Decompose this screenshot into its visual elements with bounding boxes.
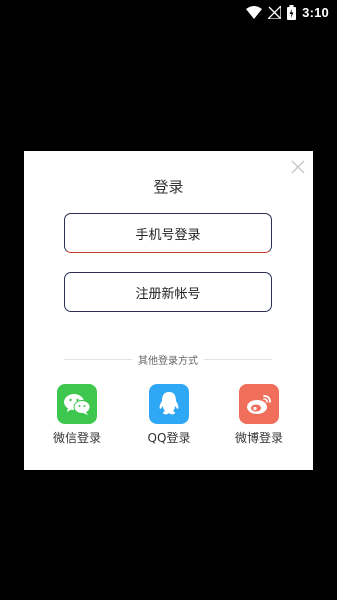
phone-login-button[interactable]: 手机号登录 — [64, 213, 272, 253]
close-icon[interactable] — [291, 159, 305, 174]
qq-icon — [149, 384, 189, 424]
status-time: 3:10 — [302, 4, 329, 20]
battery-charging-icon — [287, 4, 297, 20]
weibo-login-button[interactable]: 微博登录 — [229, 384, 289, 446]
qq-login-label: QQ登录 — [147, 431, 191, 445]
wifi-icon — [246, 5, 263, 19]
wechat-icon — [57, 384, 97, 424]
other-login-divider: 其他登录方式 — [64, 352, 272, 367]
signal-icon — [268, 5, 282, 19]
wechat-login-label: 微信登录 — [52, 431, 101, 445]
weibo-login-label: 微博登录 — [234, 431, 283, 445]
status-bar: 3:10 — [0, 0, 337, 24]
qq-login-button[interactable]: QQ登录 — [139, 384, 199, 446]
dialog-title: 登录 — [153, 178, 184, 196]
register-button[interactable]: 注册新帐号 — [64, 272, 272, 312]
divider-line-right — [204, 358, 272, 360]
login-dialog: 登录 手机号登录 注册新帐号 其他登录方式 微信登录 QQ登录 微博登录 — [24, 151, 313, 470]
divider-line-left — [64, 358, 132, 360]
weibo-icon — [239, 384, 279, 424]
wechat-login-button[interactable]: 微信登录 — [47, 384, 107, 446]
divider-text: 其他登录方式 — [138, 355, 198, 367]
